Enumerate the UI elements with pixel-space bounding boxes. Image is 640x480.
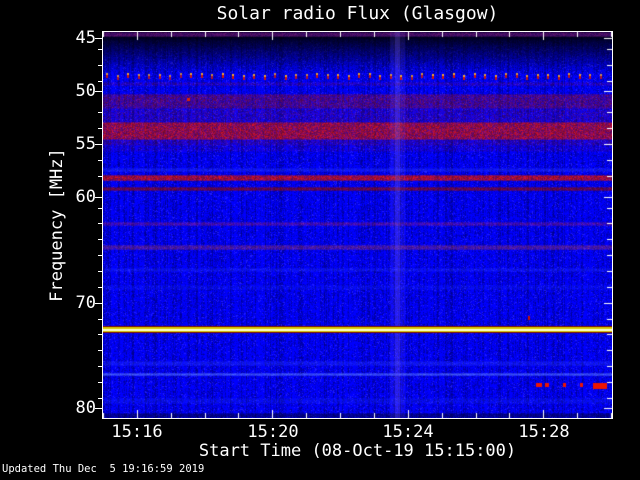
y-tick-label-55: 55 — [75, 134, 96, 154]
y-axis-tick — [98, 255, 102, 256]
y-axis-tick — [98, 128, 102, 129]
spectrogram-app: Solar radio Flux (Glasgow) Frequency [MH… — [0, 0, 640, 480]
y-axis-tick — [98, 160, 102, 161]
y-axis-tick — [98, 366, 102, 367]
y-tick-label-60: 60 — [75, 187, 96, 207]
x-axis-title: Start Time (08-Oct-19 15:15:00) — [198, 441, 517, 461]
y-axis-tick — [98, 287, 102, 288]
y-axis-tick — [95, 408, 102, 409]
y-axis-tick — [98, 382, 102, 383]
y-axis-tick — [98, 223, 102, 224]
y-axis-tick — [95, 197, 102, 198]
y-axis-tick — [98, 239, 102, 240]
x-tick-label-1520: 15:20 — [247, 422, 299, 442]
y-axis-tick — [98, 334, 102, 335]
x-tick-label-1516: 15:16 — [111, 422, 163, 442]
x-tick-label-1524: 15:24 — [382, 422, 434, 442]
y-axis-tick — [98, 81, 102, 82]
y-axis-tick — [95, 303, 102, 304]
y-axis-tick — [95, 91, 102, 92]
y-tick-label-50: 50 — [75, 81, 96, 101]
y-axis-tick — [98, 208, 102, 209]
y-axis-tick — [95, 38, 102, 39]
y-axis-tick — [98, 112, 102, 113]
y-axis-tick — [95, 144, 102, 145]
y-axis-tick — [98, 319, 102, 320]
y-axis-title: Frequency [MHz] — [47, 148, 67, 302]
y-axis-tick — [98, 65, 102, 66]
y-tick-label-45: 45 — [75, 28, 96, 48]
y-axis-tick — [98, 398, 102, 399]
plot-area — [95, 31, 613, 419]
x-tick-label-1528: 15:28 — [518, 422, 570, 442]
y-axis-tick — [98, 49, 102, 50]
y-tick-label-70: 70 — [75, 293, 96, 313]
y-axis-tick — [98, 176, 102, 177]
chart-title: Solar radio Flux (Glasgow) — [216, 3, 499, 24]
y-tick-label-80: 80 — [75, 398, 96, 418]
y-axis-tick — [98, 271, 102, 272]
y-axis-tick — [98, 350, 102, 351]
spectrogram-canvas — [103, 32, 612, 418]
updated-timestamp: Updated Thu Dec 5 19:16:59 2019 — [2, 463, 205, 475]
